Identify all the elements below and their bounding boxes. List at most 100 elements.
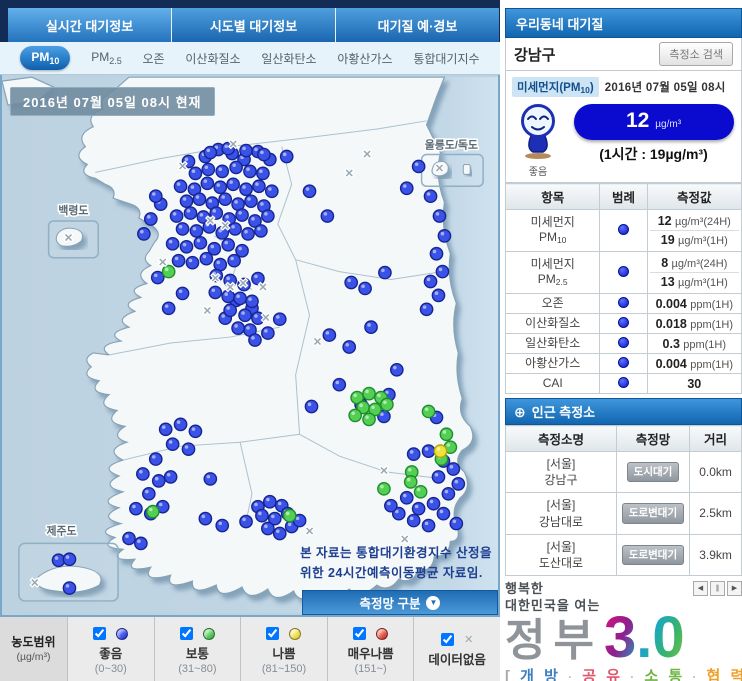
station-dot-good[interactable] [240,515,252,527]
station-dot-good[interactable] [163,302,175,314]
station-dot-good[interactable] [209,286,221,298]
station-dot-good[interactable] [430,248,442,260]
station-dot-good[interactable] [189,425,201,437]
network-type-button[interactable]: 측정망 구분 ▼ [302,590,498,615]
station-dot-good[interactable] [230,161,242,173]
station-dot-moderate[interactable] [422,405,434,417]
station-dot-good[interactable] [365,321,377,333]
station-dot-good[interactable] [239,309,251,321]
subtab-pm25[interactable]: PM2.5 [91,50,122,66]
station-dot-moderate[interactable] [363,387,375,399]
station-dot-good[interactable] [150,190,162,202]
subtab-pm10[interactable]: PM10 [20,46,70,70]
station-dot-moderate[interactable] [405,476,417,488]
station-dot-good[interactable] [184,207,196,219]
station-dot-good[interactable] [180,195,192,207]
station-dot-good[interactable] [305,400,317,412]
station-dot-good[interactable] [222,239,234,251]
station-dot-good[interactable] [216,165,228,177]
station-dot-good[interactable] [164,471,176,483]
station-dot-good[interactable] [240,183,252,195]
station-dot-good[interactable] [153,475,165,487]
legend-checkbox-bad[interactable] [266,627,279,640]
station-dot-good[interactable] [447,463,459,475]
station-dot-good[interactable] [180,241,192,253]
station-dot-good[interactable] [281,150,293,162]
station-dot-good[interactable] [343,341,355,353]
station-dot-good[interactable] [176,287,188,299]
station-dot-good[interactable] [420,303,432,315]
station-dot-good[interactable] [224,304,236,316]
legend-checkbox-verybad[interactable] [353,627,366,640]
station-dot-good[interactable] [214,181,226,193]
station-dot-good[interactable] [391,364,403,376]
station-dot-good[interactable] [232,322,244,334]
station-dot-good[interactable] [199,512,211,524]
subtab-ozone[interactable]: 오존 [142,50,164,67]
station-dot-good[interactable] [190,225,202,237]
station-dot-good[interactable] [274,527,286,539]
station-dot-good[interactable] [262,522,274,534]
station-dot-good[interactable] [204,473,216,485]
station-dot-good[interactable] [145,213,157,225]
subtab-no2[interactable]: 이산화질소 [185,50,240,67]
station-dot-good[interactable] [193,193,205,205]
subtab-co[interactable]: 일산화탄소 [261,50,316,67]
station-dot-good[interactable] [422,445,434,457]
tab-region-air-info[interactable]: 시도별 대기정보 [172,8,336,42]
station-dot-good[interactable] [189,167,201,179]
station-dot-good[interactable] [249,334,261,346]
station-dot-good[interactable] [176,223,188,235]
station-dot-good[interactable] [186,257,198,269]
station-dot-moderate[interactable] [378,483,390,495]
station-dot-good[interactable] [253,180,265,192]
tab-realtime-air-info[interactable]: 실시간 대기정보 [8,8,172,42]
tab-forecast-warning[interactable]: 대기질 예·경보 [336,8,499,42]
station-dot-good[interactable] [432,289,444,301]
station-dot-good[interactable] [262,210,274,222]
station-dot-moderate[interactable] [440,428,452,440]
station-dot-good[interactable] [412,503,424,515]
station-dot-moderate[interactable] [284,509,296,521]
government30-banner[interactable]: 행복한 대한민국을 여는 ◀ ∥ ▶ 정부 3.0 [ 개 방 · 공 유 · … [505,581,742,681]
station-dot-good[interactable] [427,498,439,510]
station-dot-good[interactable] [229,223,241,235]
station-dot-good[interactable] [266,185,278,197]
station-dot-good[interactable] [216,519,228,531]
station-dot-good[interactable] [262,327,274,339]
station-dot-good[interactable] [244,165,256,177]
banner-pause-button[interactable]: ∥ [710,581,725,596]
station-dot-good[interactable] [422,519,434,531]
subtab-cai[interactable]: 통합대기지수 [413,50,479,67]
station-dot-good[interactable] [201,177,213,189]
station-dot-good[interactable] [408,514,420,526]
subtab-so2[interactable]: 아황산가스 [337,50,392,67]
station-dot-good[interactable] [432,471,444,483]
station-dot-moderate[interactable] [381,398,393,410]
station-dot-good[interactable] [257,167,269,179]
legend-checkbox-nodata[interactable] [441,633,454,646]
station-dot-good[interactable] [436,265,448,277]
station-dot-moderate[interactable] [147,506,159,518]
station-dot-good[interactable] [63,582,75,594]
station-dot-good[interactable] [135,537,147,549]
legend-checkbox-good[interactable] [93,627,106,640]
station-dot-good[interactable] [228,255,240,267]
station-dot-good[interactable] [240,144,252,156]
station-dot-good[interactable] [401,182,413,194]
station-dot-good[interactable] [437,507,449,519]
station-dot-good[interactable] [150,453,162,465]
station-dot-good[interactable] [236,209,248,221]
station-dot-good[interactable] [274,313,286,325]
station-dot-good[interactable] [408,448,420,460]
station-dot-good[interactable] [202,163,214,175]
station-dot-good[interactable] [227,178,239,190]
station-dot-good[interactable] [143,488,155,500]
station-dot-good[interactable] [379,266,391,278]
station-dot-good[interactable] [385,500,397,512]
station-dot-good[interactable] [174,418,186,430]
station-dot-good[interactable] [433,210,445,222]
station-dot-good[interactable] [130,503,142,515]
station-dot-good[interactable] [452,478,464,490]
station-name-gangnamdaero[interactable]: [서울]강남대로 [506,493,617,534]
